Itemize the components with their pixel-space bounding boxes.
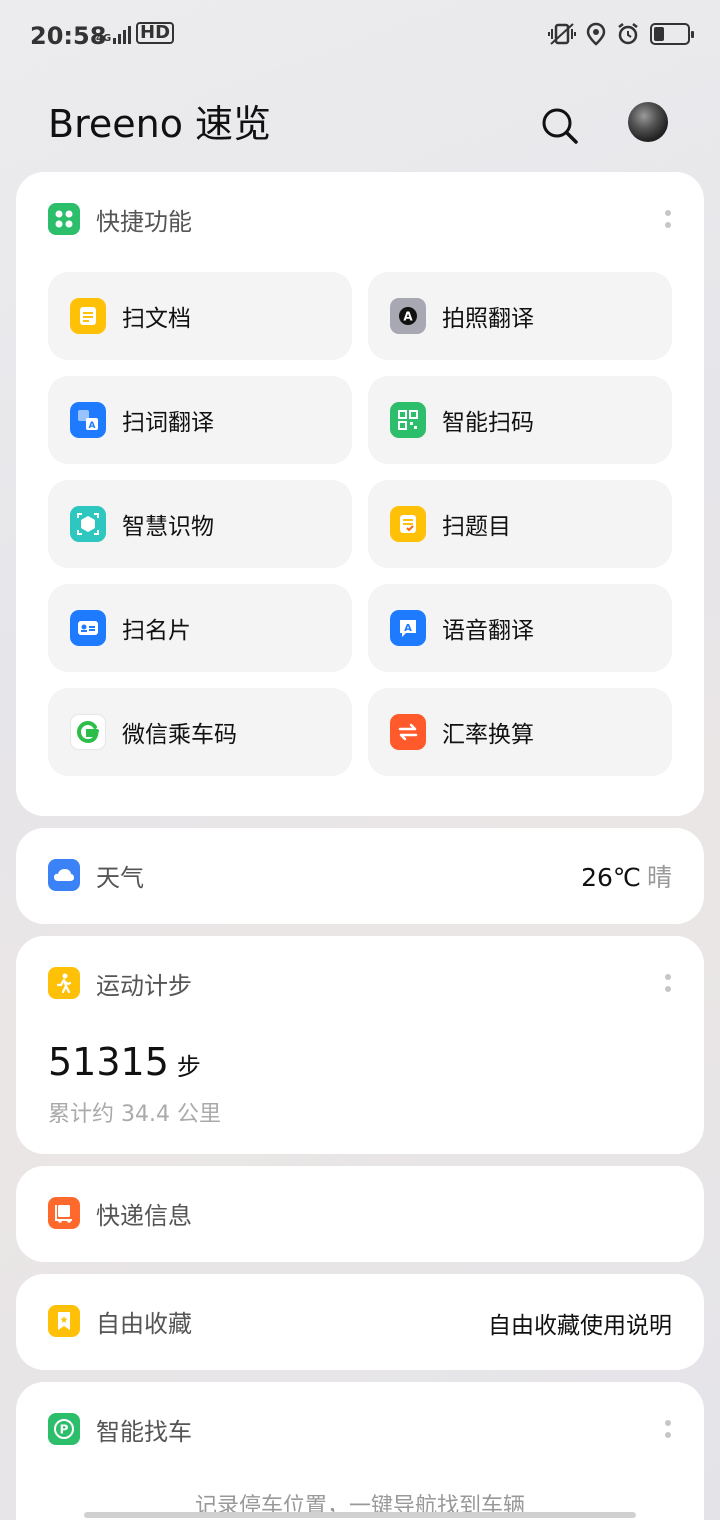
status-bar: 20:58 4G HD: [0, 0, 720, 72]
walking-icon: [48, 967, 80, 999]
weather-condition: 晴: [646, 863, 672, 892]
page-header: Breeno 速览: [48, 96, 672, 156]
quick-function-photo-translate[interactable]: A 拍照翻译: [368, 272, 672, 360]
svg-text:A: A: [404, 623, 412, 634]
exchange-rate-icon: [390, 714, 426, 750]
tile-label: 扫词翻译: [122, 410, 214, 436]
tile-label: 扫名片: [122, 618, 191, 644]
quick-function-scan-document[interactable]: 扫文档: [48, 272, 352, 360]
express-card[interactable]: 快递信息: [16, 1166, 704, 1262]
more-options-icon[interactable]: [664, 974, 672, 992]
tile-label: 扫题目: [442, 514, 511, 540]
weather-temperature: 26℃: [581, 863, 641, 892]
quick-function-object-recognition[interactable]: 智慧识物: [48, 480, 352, 568]
cloud-icon: [48, 859, 80, 891]
tile-label: 语音翻译: [442, 618, 534, 644]
tile-label: 扫文档: [122, 306, 191, 332]
qr-code-icon: [390, 402, 426, 438]
package-icon: [48, 1197, 80, 1229]
weather-summary: 26℃ 晴: [581, 858, 672, 894]
quick-function-exchange-rate[interactable]: 汇率换算: [368, 688, 672, 776]
card-title: 快捷功能: [96, 207, 192, 236]
card-title: 智能找车: [96, 1417, 192, 1446]
quick-function-question-scan[interactable]: 扫题目: [368, 480, 672, 568]
bookmark-icon: [48, 1305, 80, 1337]
object-recognition-icon: [70, 506, 106, 542]
alarm-icon: [618, 23, 638, 45]
quick-functions-card: 快捷功能 扫文档 A 拍照翻译 A 扫词翻译 智能扫码 智慧识物 扫题目 扫名片…: [16, 172, 704, 816]
tile-label: 智慧识物: [122, 514, 214, 540]
card-title: 自由收藏: [96, 1309, 192, 1338]
more-options-icon[interactable]: [664, 1420, 672, 1438]
hd-icon: HD: [136, 22, 175, 44]
favorites-help-link[interactable]: 自由收藏使用说明: [488, 1306, 672, 1340]
step-counter-card[interactable]: 运动计步 51315 步 累计约 34.4 公里: [16, 936, 704, 1154]
search-icon[interactable]: [538, 104, 582, 148]
tile-label: 汇率换算: [442, 722, 534, 748]
svg-text:A: A: [403, 310, 413, 324]
step-count-unit: 步: [176, 1053, 201, 1081]
avatar[interactable]: [628, 102, 668, 142]
business-card-icon: [70, 610, 106, 646]
photo-translate-icon: A: [390, 298, 426, 334]
quick-function-word-translate[interactable]: A 扫词翻译: [48, 376, 352, 464]
wechat-transit-icon: [70, 714, 106, 750]
step-count: 51315 步: [48, 1040, 201, 1084]
favorites-card[interactable]: 自由收藏 自由收藏使用说明: [16, 1274, 704, 1370]
card-title: 运动计步: [96, 971, 192, 1000]
question-scan-icon: [390, 506, 426, 542]
quick-function-qr-scan[interactable]: 智能扫码: [368, 376, 672, 464]
battery-icon: [650, 23, 694, 45]
voice-translate-icon: A: [390, 610, 426, 646]
home-indicator[interactable]: [84, 1512, 636, 1518]
word-translate-icon: A: [70, 402, 106, 438]
tile-label: 微信乘车码: [122, 722, 237, 748]
quick-function-voice-translate[interactable]: A 语音翻译: [368, 584, 672, 672]
quick-functions-grid: 扫文档 A 拍照翻译 A 扫词翻译 智能扫码 智慧识物 扫题目 扫名片 A 语音…: [48, 272, 672, 776]
cellular-signal-icon: 4G: [96, 24, 132, 44]
find-car-card[interactable]: P 智能找车 记录停车位置，一键导航找到车辆: [16, 1382, 704, 1520]
weather-card[interactable]: 天气 26℃ 晴: [16, 828, 704, 924]
svg-text:A: A: [89, 421, 96, 431]
vibrate-icon: [548, 23, 576, 45]
more-options-icon[interactable]: [664, 210, 672, 228]
parking-icon: P: [48, 1413, 80, 1445]
document-scan-icon: [70, 298, 106, 334]
tile-label: 智能扫码: [442, 410, 534, 436]
svg-text:P: P: [60, 1423, 69, 1437]
location-icon: [586, 22, 606, 46]
quick-function-wechat-transit[interactable]: 微信乘车码: [48, 688, 352, 776]
card-title: 天气: [96, 863, 144, 892]
quick-function-business-card[interactable]: 扫名片: [48, 584, 352, 672]
apps-icon: [48, 203, 80, 235]
step-count-value: 51315: [48, 1040, 169, 1084]
step-distance: 累计约 34.4 公里: [48, 1102, 221, 1127]
network-type: 4G: [96, 33, 112, 44]
status-time: 20:58: [30, 22, 107, 50]
card-title: 快递信息: [96, 1201, 192, 1230]
tile-label: 拍照翻译: [442, 306, 534, 332]
